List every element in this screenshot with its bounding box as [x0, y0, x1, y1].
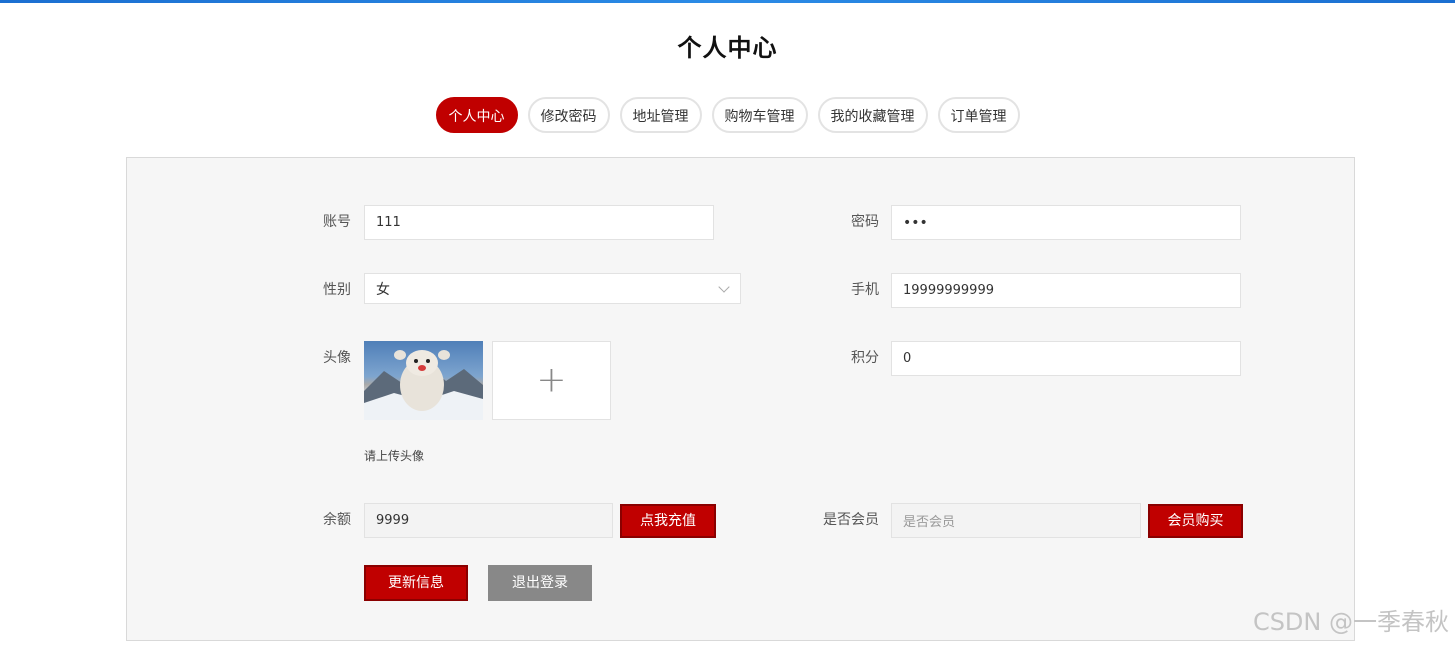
page-title: 个人中心	[677, 34, 778, 62]
tab-favorites[interactable]: 我的收藏管理	[817, 97, 928, 133]
member-label: 是否会员	[823, 512, 879, 528]
watermark: CSDN @一季春秋	[1252, 608, 1449, 636]
avatar-upload-hint: 请上传头像	[364, 449, 425, 463]
top-accent-bar	[0, 0, 1455, 3]
update-info-button[interactable]: 更新信息	[364, 565, 468, 601]
points-input[interactable]: 0	[891, 341, 1241, 376]
tab-bar: 个人中心 修改密码 地址管理 购物车管理 我的收藏管理 订单管理	[0, 97, 1455, 133]
balance-input[interactable]: 9999	[364, 503, 613, 538]
plus-icon: +	[536, 358, 567, 400]
tab-orders[interactable]: 订单管理	[937, 97, 1020, 133]
gender-selected-value: 女	[376, 281, 390, 298]
account-label: 账号	[323, 214, 351, 230]
phone-label: 手机	[851, 282, 879, 298]
gender-select[interactable]: 女	[364, 273, 741, 304]
tab-change-password[interactable]: 修改密码	[527, 97, 610, 133]
logout-button[interactable]: 退出登录	[488, 565, 592, 601]
tab-profile[interactable]: 个人中心	[435, 97, 518, 133]
recharge-button[interactable]: 点我充值	[620, 504, 716, 538]
password-label: 密码	[851, 214, 879, 230]
gender-label: 性别	[323, 282, 351, 298]
avatar-image[interactable]	[364, 341, 483, 420]
account-input[interactable]: 111	[364, 205, 714, 240]
member-input[interactable]: 是否会员	[891, 503, 1141, 538]
points-label: 积分	[851, 350, 879, 366]
balance-label: 余额	[323, 512, 351, 528]
chevron-down-icon	[718, 281, 730, 293]
avatar-upload-button[interactable]: +	[492, 341, 611, 420]
buy-membership-button[interactable]: 会员购买	[1148, 504, 1243, 538]
tab-address[interactable]: 地址管理	[619, 97, 702, 133]
avatar-label: 头像	[323, 350, 351, 366]
avatar-photo	[364, 350, 483, 420]
tab-cart[interactable]: 购物车管理	[711, 97, 808, 133]
password-input[interactable]: •••	[891, 205, 1241, 240]
phone-input[interactable]: 19999999999	[891, 273, 1241, 308]
